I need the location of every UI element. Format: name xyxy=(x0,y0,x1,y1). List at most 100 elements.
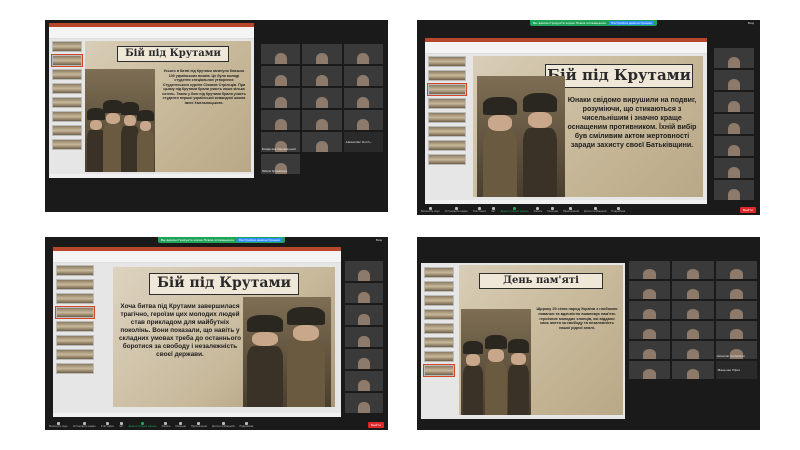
participant-tile[interactable] xyxy=(345,327,383,347)
video-button[interactable]: Остановить видео xyxy=(445,207,468,213)
participant-tile[interactable]: Владислав Ламчаєвський xyxy=(261,132,301,152)
participant-tile[interactable] xyxy=(714,180,754,200)
slide-thumbnail[interactable] xyxy=(52,83,82,94)
slide-thumbnail[interactable] xyxy=(428,98,466,109)
slide-thumbnail[interactable] xyxy=(424,337,454,348)
participant-tile[interactable]: Tetiana Tymoshenko xyxy=(261,154,301,174)
participant-tile[interactable] xyxy=(629,281,671,299)
slide-thumbnail[interactable] xyxy=(424,281,454,292)
slide-thumbnail[interactable] xyxy=(424,295,454,306)
participant-tile[interactable] xyxy=(302,44,342,64)
participant-tile[interactable] xyxy=(672,341,714,359)
participant-tile[interactable] xyxy=(714,48,754,68)
share-screen-button[interactable]: Демонстрация экрана xyxy=(129,422,157,428)
participant-tile[interactable] xyxy=(715,261,757,279)
reactions-button[interactable]: Реакции xyxy=(175,422,186,428)
slide-thumbnail[interactable] xyxy=(51,54,83,67)
participant-tile[interactable] xyxy=(345,349,383,369)
slide-thumbnail[interactable] xyxy=(428,112,466,123)
participant-tile[interactable] xyxy=(672,261,714,279)
slide-thumbnail[interactable] xyxy=(424,323,454,334)
view-button[interactable]: Вид xyxy=(748,21,754,25)
participant-tile[interactable] xyxy=(343,44,383,64)
participant-tile[interactable] xyxy=(343,66,383,86)
participant-tile[interactable] xyxy=(672,361,714,379)
participant-tile[interactable]: Alexander Ovch... xyxy=(343,132,383,152)
participant-tile[interactable]: Alexander Ovcharenko xyxy=(715,341,757,359)
slide-thumbnail[interactable] xyxy=(52,97,82,108)
participant-tile[interactable] xyxy=(261,44,301,64)
participant-tile[interactable] xyxy=(345,393,383,413)
participant-tile[interactable] xyxy=(302,110,342,130)
reactions-button[interactable]: Реакции xyxy=(547,207,558,213)
slide-thumbnail[interactable] xyxy=(52,125,82,136)
participant-tile[interactable] xyxy=(261,66,301,86)
participant-tile[interactable] xyxy=(672,281,714,299)
mic-button[interactable]: Включить звук xyxy=(421,207,440,213)
participant-tile[interactable]: Маньчак Юрія xyxy=(715,361,757,379)
participant-tile[interactable] xyxy=(714,136,754,156)
participant-tile[interactable] xyxy=(345,283,383,303)
more-button[interactable]: Подробнее xyxy=(611,207,625,213)
slide-thumbnail[interactable] xyxy=(424,351,454,362)
participant-tile[interactable] xyxy=(714,158,754,178)
slide-thumbnail[interactable] xyxy=(56,265,94,276)
participant-tile[interactable] xyxy=(714,92,754,112)
participant-tile[interactable] xyxy=(343,88,383,108)
participant-tile[interactable] xyxy=(261,110,301,130)
slide-thumbnail[interactable] xyxy=(56,279,94,290)
participant-tile[interactable] xyxy=(261,88,301,108)
slide-thumbnail[interactable] xyxy=(56,363,94,374)
participant-tile[interactable] xyxy=(302,88,342,108)
participant-tile[interactable] xyxy=(629,361,671,379)
participant-tile[interactable] xyxy=(715,321,757,339)
slide-thumbnail[interactable] xyxy=(52,111,82,122)
slide-thumbnail[interactable] xyxy=(56,321,94,332)
participant-tile[interactable] xyxy=(714,70,754,90)
slide-thumbnail[interactable] xyxy=(56,293,94,304)
slide-thumbnail[interactable] xyxy=(428,70,466,81)
slide-thumbnail[interactable] xyxy=(52,41,82,52)
end-meeting-button[interactable]: Выйти xyxy=(739,207,756,213)
slide-thumbnail[interactable] xyxy=(428,140,466,151)
participant-tile[interactable] xyxy=(672,301,714,319)
end-meeting-button[interactable]: Выйти xyxy=(367,422,384,428)
more-button[interactable]: Подробнее xyxy=(239,422,253,428)
view-button[interactable]: Вид xyxy=(376,238,382,242)
chat-button[interactable]: Чат xyxy=(119,422,124,428)
slide-thumbnail[interactable] xyxy=(428,126,466,137)
record-button[interactable]: Запись xyxy=(162,422,170,428)
slide-thumbnail[interactable] xyxy=(428,56,466,67)
participant-tile[interactable] xyxy=(714,114,754,134)
share-settings-button[interactable]: Настройки демонстрации xyxy=(236,238,282,242)
participant-tile[interactable] xyxy=(345,261,383,281)
participant-tile[interactable] xyxy=(345,305,383,325)
share-settings-button[interactable]: Настройки демонстрации xyxy=(608,21,654,25)
participant-tile[interactable] xyxy=(715,281,757,299)
apps-button[interactable]: Приложения xyxy=(563,207,579,213)
participant-tile[interactable] xyxy=(343,110,383,130)
slide-thumbnail[interactable] xyxy=(428,154,466,165)
participant-tile[interactable] xyxy=(629,301,671,319)
video-button[interactable]: Остановить видео xyxy=(73,422,96,428)
whiteboard-button[interactable]: Доска сообщений xyxy=(584,207,606,213)
slide-thumbnail[interactable] xyxy=(427,83,467,96)
slide-thumbnail[interactable] xyxy=(56,335,94,346)
slide-thumbnail[interactable] xyxy=(424,267,454,278)
participant-tile[interactable] xyxy=(629,321,671,339)
participant-tile[interactable] xyxy=(715,301,757,319)
apps-button[interactable]: Приложения xyxy=(191,422,207,428)
mic-button[interactable]: Включить звук xyxy=(49,422,68,428)
record-button[interactable]: Запись xyxy=(534,207,542,213)
whiteboard-button[interactable]: Доска сообщений xyxy=(212,422,234,428)
share-screen-button[interactable]: Демонстрация экрана xyxy=(501,207,529,213)
participant-tile[interactable] xyxy=(302,66,342,86)
participant-tile[interactable] xyxy=(629,261,671,279)
slide-thumbnail[interactable] xyxy=(52,139,82,150)
slide-thumbnail[interactable] xyxy=(423,364,455,377)
slide-thumbnail[interactable] xyxy=(424,309,454,320)
participant-tile[interactable] xyxy=(302,132,342,152)
slide-thumbnail[interactable] xyxy=(55,306,95,319)
participant-tile[interactable] xyxy=(345,371,383,391)
slide-thumbnail[interactable] xyxy=(56,349,94,360)
